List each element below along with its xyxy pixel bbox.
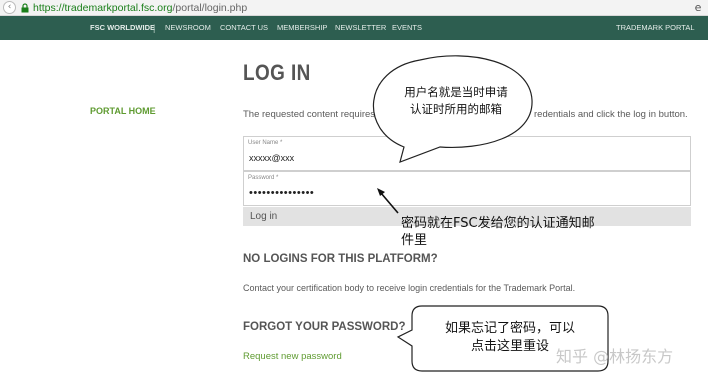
nav-item-events[interactable]: EVENTS [392, 16, 422, 40]
browser-address-bar[interactable]: ‹ https://trademarkportal.fsc.org/portal… [0, 0, 708, 16]
bubble-top-line-2: 认证时所用的邮箱 [410, 102, 502, 116]
password-label: Password * [248, 175, 279, 181]
back-icon[interactable]: ‹ [3, 1, 16, 14]
username-label: User Name * [248, 140, 283, 146]
bubble-bottom-line-1: 如果忘记了密码，可以 [444, 321, 575, 336]
password-annotation-line-2: 件里 [401, 233, 428, 248]
top-navigation-bar: FSC WORLDWIDE | NEWSROOM CONTACT US MEMB… [0, 16, 708, 40]
no-logins-text: Contact your certification body to recei… [243, 283, 576, 293]
menu-icon[interactable]: e [692, 1, 704, 14]
nav-item-trademark-portal[interactable]: TRADEMARK PORTAL [616, 16, 695, 40]
login-intro-text-end: redentials and click the log in button. [534, 109, 688, 120]
zhihu-watermark: 知乎 @林扬东方 [556, 347, 674, 366]
password-field[interactable]: Password * ••••••••••••••• [243, 171, 691, 206]
url-host: https://trademarkportal.fsc.org [33, 2, 173, 14]
username-input[interactable] [249, 153, 669, 163]
nav-brand-fsc-worldwide[interactable]: FSC WORLDWIDE [90, 16, 155, 40]
url-path: /portal/login.php [172, 2, 248, 14]
password-annotation-text: 密码就在FSC发给您的认证通知邮 件里 [401, 215, 595, 249]
password-annotation-line-1: 密码就在FSC发给您的认证通知邮 [401, 216, 595, 231]
no-logins-heading: NO LOGINS FOR THIS PLATFORM? [243, 253, 438, 265]
nav-separator: | [153, 23, 156, 33]
page-title: LOG IN [243, 60, 311, 85]
nav-item-newsletter[interactable]: NEWSLETTER [335, 16, 386, 40]
nav-item-newsroom[interactable]: NEWSROOM [165, 16, 211, 40]
nav-item-contact-us[interactable]: CONTACT US [220, 16, 268, 40]
nav-item-membership[interactable]: MEMBERSHIP [277, 16, 327, 40]
password-input[interactable]: ••••••••••••••• [249, 187, 669, 199]
username-field[interactable]: User Name * [243, 136, 691, 171]
login-intro-text: The requested content requires [243, 109, 376, 120]
bubble-top-line-1: 用户名就是当时申请 [404, 85, 508, 99]
lock-icon [21, 3, 29, 13]
bubble-top-text: 用户名就是当时申请 认证时所用的邮箱 [386, 84, 526, 118]
url-text[interactable]: https://trademarkportal.fsc.org/portal/l… [33, 1, 247, 15]
sidebar-link-portal-home[interactable]: PORTAL HOME [90, 106, 156, 116]
forgot-password-heading: FORGOT YOUR PASSWORD? [243, 321, 406, 333]
request-new-password-link[interactable]: Request new password [243, 351, 342, 362]
